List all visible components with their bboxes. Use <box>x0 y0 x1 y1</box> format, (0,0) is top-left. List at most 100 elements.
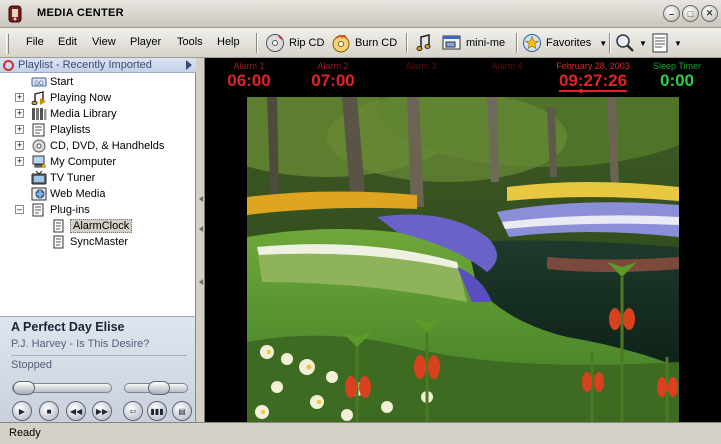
track-artist-album: P.J. Harvey - Is This Desire? <box>11 338 150 350</box>
menu-edit[interactable]: Edit <box>58 36 77 48</box>
back-icon: ⇦ <box>129 406 137 416</box>
clock-underline <box>559 90 627 92</box>
back-button[interactable]: ⇦ <box>123 401 143 421</box>
previous-icon: ◀◀ <box>69 406 83 416</box>
volume-slider-knob[interactable] <box>148 381 170 395</box>
view-scheme-icon <box>652 33 668 53</box>
chevron-down-icon: ▼ <box>599 38 608 48</box>
tree-item-syncmaster[interactable]: SyncMaster <box>51 234 128 250</box>
tree-item-web-media[interactable]: Web Media <box>31 186 105 202</box>
mini-me-icon <box>442 35 461 50</box>
tree-item-media-library[interactable]: Media Library <box>31 106 117 122</box>
playlist-selector[interactable]: Playlist - Recently Imported <box>0 58 196 73</box>
close-button[interactable]: ✕ <box>701 5 718 22</box>
tree-item-cd-dvd-handhelds[interactable]: CD, DVD, & Handhelds <box>31 138 164 154</box>
toolbar-grip[interactable] <box>6 34 9 54</box>
sleep-timer-label: Sleep Timer <box>652 61 702 71</box>
previous-button[interactable]: ◀◀ <box>66 401 86 421</box>
window-title: MEDIA CENTER <box>37 7 124 19</box>
stop-button[interactable]: ■ <box>39 401 59 421</box>
menu-file[interactable]: File <box>26 36 44 48</box>
alarm-clock-view: Alarm 1 06:00 Alarm 2 07:00 Alarm 3 Alar… <box>205 58 721 422</box>
rip-cd-button[interactable]: Rip CD <box>265 31 324 55</box>
view-options-button[interactable]: ▼ <box>650 31 682 55</box>
display-button[interactable]: ▤ <box>172 401 192 421</box>
chevron-down-icon: ▼ <box>674 38 682 48</box>
play-icon: ▶ <box>18 406 26 416</box>
alarm-3-label: Alarm 3 <box>405 61 437 71</box>
alarm-4-label: Alarm 4 <box>491 61 523 71</box>
alarm-1[interactable]: Alarm 1 06:00 <box>219 61 279 91</box>
alarm-1-time: 06:00 <box>227 71 271 90</box>
pane-splitter[interactable] <box>197 58 205 422</box>
playlist-target-icon <box>3 60 14 71</box>
svg-text:GO: GO <box>34 81 44 87</box>
tree-item-my-computer[interactable]: My Computer <box>31 154 116 170</box>
collapse-left-icon[interactable] <box>199 226 203 232</box>
sleep-timer-time: 0:00 <box>659 71 695 90</box>
music-note-icon <box>416 34 431 51</box>
search-icon <box>616 34 634 52</box>
tree-item-tv-tuner[interactable]: TV Tuner <box>31 170 95 186</box>
tree-item-playing-now[interactable]: Playing Now <box>31 90 111 106</box>
minimize-button[interactable]: – <box>663 5 680 22</box>
menu-view[interactable]: View <box>92 36 116 48</box>
tree-item-alarmclock[interactable]: AlarmClock <box>51 218 133 234</box>
tv-icon <box>31 171 47 185</box>
tree-expander[interactable]: + <box>15 93 24 102</box>
burn-cd-icon <box>332 34 350 53</box>
favorites-button[interactable]: Favorites ▼ <box>522 31 607 55</box>
menu-tools[interactable]: Tools <box>177 36 203 48</box>
sleep-timer[interactable]: Sleep Timer 0:00 <box>645 61 709 91</box>
clock-indicator-dot <box>579 89 583 93</box>
now-playing-panel: A Perfect Day Elise P.J. Harvey - Is Thi… <box>0 316 196 422</box>
tree-collapser[interactable]: – <box>15 205 24 214</box>
tree-expander[interactable]: + <box>15 141 24 150</box>
current-date: February 28, 2003 <box>556 61 630 71</box>
mini-me-button[interactable]: mini-me <box>442 31 505 55</box>
search-button[interactable]: ▼ <box>615 31 647 55</box>
background-garden-photo <box>247 97 679 422</box>
favorites-icon <box>523 34 541 52</box>
menu-player[interactable]: Player <box>130 36 161 48</box>
tree-expander[interactable]: + <box>15 125 24 134</box>
minimize-icon: – <box>668 8 674 19</box>
plugin-page-icon <box>53 219 64 233</box>
start-icon: GO <box>31 77 47 87</box>
tree-expander[interactable]: + <box>15 109 24 118</box>
burn-cd-button[interactable]: Burn CD <box>331 31 397 55</box>
play-button[interactable]: ▶ <box>12 401 32 421</box>
position-slider-knob[interactable] <box>13 381 35 395</box>
maximize-icon: □ <box>687 8 694 19</box>
title-bar: MEDIA CENTER – □ ✕ <box>0 0 721 28</box>
position-slider[interactable] <box>12 381 112 395</box>
collapse-left-icon[interactable] <box>199 279 203 285</box>
menu-help[interactable]: Help <box>217 36 240 48</box>
equalizer-button[interactable]: ▮▮▮ <box>147 401 167 421</box>
tree-item-start[interactable]: GO Start <box>31 74 73 90</box>
plugin-page-icon <box>53 235 64 249</box>
alarm-2-time: 07:00 <box>311 71 355 90</box>
clock-time: 09:27:26 <box>558 71 628 90</box>
next-button[interactable]: ▶▶ <box>92 401 112 421</box>
tree-expander[interactable]: + <box>15 157 24 166</box>
alarm-3[interactable]: Alarm 3 <box>391 61 451 71</box>
volume-slider[interactable] <box>124 381 188 395</box>
next-icon: ▶▶ <box>95 406 109 416</box>
toolbar-separator <box>609 33 611 53</box>
playing-now-icon <box>31 91 46 105</box>
alarm-2[interactable]: Alarm 2 07:00 <box>303 61 363 91</box>
maximize-button[interactable]: □ <box>682 5 699 22</box>
alarm-4[interactable]: Alarm 4 <box>477 61 537 71</box>
tree-item-playlists[interactable]: Playlists <box>31 122 90 138</box>
display-icon: ▤ <box>178 406 186 416</box>
toolbar-separator <box>256 33 258 53</box>
playlist-music-button[interactable] <box>414 31 434 55</box>
collapse-left-icon[interactable] <box>199 196 203 202</box>
plug-ins-icon <box>32 203 44 217</box>
current-time: February 28, 2003 09:27:26 <box>545 61 641 91</box>
divider <box>11 355 187 356</box>
stop-icon: ■ <box>46 406 52 416</box>
alarm-2-label: Alarm 2 <box>317 61 349 71</box>
tree-item-plug-ins[interactable]: Plug-ins <box>31 202 90 218</box>
